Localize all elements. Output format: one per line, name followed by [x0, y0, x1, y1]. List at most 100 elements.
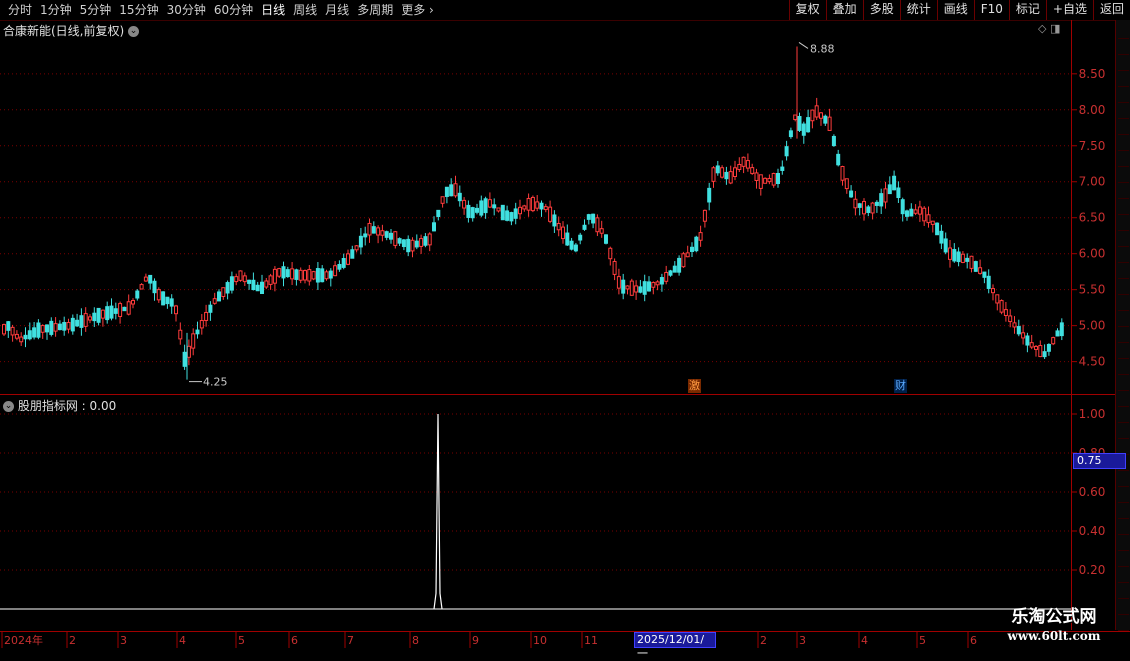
- date-tick-label: 5: [919, 634, 926, 647]
- candle-body: [225, 282, 230, 294]
- candle-body: [285, 269, 290, 278]
- candle-body: [324, 271, 329, 280]
- period-tab-2[interactable]: 5分钟: [76, 2, 116, 18]
- period-tab-4[interactable]: 30分钟: [163, 2, 210, 18]
- side-strip-cell[interactable]: [1118, 376, 1129, 391]
- side-strip-cell[interactable]: [1118, 152, 1129, 167]
- period-tab-7[interactable]: 周线: [289, 2, 321, 18]
- side-strip-cell[interactable]: [1118, 200, 1129, 215]
- candle-body: [879, 193, 884, 207]
- candle-body: [199, 320, 204, 329]
- candle-body: [543, 206, 548, 211]
- side-strip-cell[interactable]: [1118, 472, 1129, 487]
- candle-body: [905, 210, 909, 217]
- side-strip-cell[interactable]: [1118, 40, 1129, 55]
- candle-body: [131, 300, 135, 305]
- toolbar-button-6[interactable]: 标记: [1008, 0, 1046, 20]
- candle-body: [70, 317, 75, 332]
- candle-body: [453, 183, 458, 197]
- date-tick-label: 6: [970, 634, 977, 647]
- side-strip-cell[interactable]: [1118, 504, 1129, 519]
- candle-body: [935, 222, 940, 236]
- candle-body: [229, 276, 234, 291]
- period-tab-3[interactable]: 15分钟: [115, 2, 162, 18]
- period-tab-6[interactable]: 日线: [257, 2, 289, 18]
- period-tab-5[interactable]: 60分钟: [210, 2, 257, 18]
- period-tab-10[interactable]: 更多 ›: [397, 2, 438, 18]
- side-strip-cell[interactable]: [1118, 184, 1129, 199]
- side-strip-cell[interactable]: [1118, 568, 1129, 583]
- candle-body: [922, 207, 927, 222]
- candle-body: [853, 198, 858, 209]
- side-info-strip[interactable]: [1115, 20, 1130, 631]
- side-strip-cell[interactable]: [1118, 264, 1129, 279]
- period-tab-8[interactable]: 月线: [321, 2, 353, 18]
- side-strip-cell[interactable]: [1118, 88, 1129, 103]
- candle-body: [393, 231, 398, 246]
- period-tab-0[interactable]: 分时: [4, 2, 36, 18]
- side-strip-cell[interactable]: [1118, 312, 1129, 327]
- toolbar-button-5[interactable]: F10: [973, 0, 1009, 20]
- candle-body: [143, 276, 148, 282]
- side-strip-cell[interactable]: [1118, 584, 1129, 599]
- side-strip-cell[interactable]: [1118, 72, 1129, 87]
- side-strip-cell[interactable]: [1118, 216, 1129, 231]
- candle-body: [569, 240, 574, 250]
- candle-body: [685, 252, 690, 258]
- candle-body: [943, 238, 948, 253]
- side-strip-cell[interactable]: [1118, 104, 1129, 119]
- toolbar-button-4[interactable]: 画线: [936, 0, 974, 20]
- period-tab-9[interactable]: 多周期: [353, 2, 397, 18]
- chevron-down-icon[interactable]: ⌄: [3, 401, 14, 412]
- candle-body: [728, 171, 733, 184]
- side-strip-cell[interactable]: [1118, 392, 1129, 407]
- event-tag-ji[interactable]: 激: [688, 379, 701, 393]
- side-strip-cell[interactable]: [1118, 328, 1129, 343]
- panel-separator[interactable]: [0, 394, 1115, 395]
- side-strip-cell[interactable]: [1118, 552, 1129, 567]
- candle-body: [376, 227, 381, 236]
- candle-body: [586, 214, 591, 220]
- toolbar-button-3[interactable]: 统计: [899, 0, 937, 20]
- period-toolbar: 分时 1分钟 5分钟 15分钟 30分钟 60分钟 日线 周线 月线 多周期 更多 › 复权 叠加 多股…: [0, 0, 1130, 21]
- side-strip-cell[interactable]: [1118, 424, 1129, 439]
- candle-body: [100, 309, 105, 319]
- candle-body: [780, 166, 785, 171]
- side-strip-cell[interactable]: [1118, 296, 1129, 311]
- candle-body: [1034, 345, 1038, 350]
- candle-body: [608, 247, 613, 260]
- candle-body: [694, 236, 699, 252]
- candle-body: [844, 178, 849, 190]
- candle-body: [363, 233, 368, 238]
- side-strip-cell[interactable]: [1118, 248, 1129, 263]
- side-strip-cell[interactable]: [1118, 536, 1129, 551]
- candle-body: [14, 333, 19, 339]
- candle-body: [1003, 309, 1008, 317]
- side-strip-cell[interactable]: [1118, 520, 1129, 535]
- event-tag-cai[interactable]: 财: [894, 379, 907, 393]
- side-strip-cell[interactable]: [1118, 56, 1129, 71]
- candle-body: [991, 288, 995, 294]
- toolbar-button-2[interactable]: 多股: [862, 0, 900, 20]
- side-strip-cell[interactable]: [1118, 280, 1129, 295]
- side-strip-cell[interactable]: [1118, 136, 1129, 151]
- toolbar-button-7[interactable]: +自选: [1045, 0, 1093, 20]
- side-strip-cell[interactable]: [1118, 408, 1129, 423]
- candle-body: [1012, 322, 1017, 328]
- toolbar-button-1[interactable]: 叠加: [825, 0, 863, 20]
- candle-body: [1042, 351, 1047, 358]
- side-strip-cell[interactable]: [1118, 168, 1129, 183]
- side-strip-cell[interactable]: [1118, 344, 1129, 359]
- side-strip-cell[interactable]: [1118, 232, 1129, 247]
- side-strip-cell[interactable]: [1118, 488, 1129, 503]
- toolbar-button-8[interactable]: 返回: [1092, 0, 1130, 20]
- date-tick-label: 2: [760, 634, 767, 647]
- candle-body: [870, 202, 875, 214]
- period-tab-1[interactable]: 1分钟: [36, 2, 76, 18]
- side-strip-cell[interactable]: [1118, 120, 1129, 135]
- side-strip-cell[interactable]: [1118, 24, 1129, 39]
- side-strip-cell[interactable]: [1118, 360, 1129, 375]
- price-chart[interactable]: 8.88 4.25: [0, 20, 1071, 631]
- candle-body: [896, 187, 901, 199]
- toolbar-button-0[interactable]: 复权: [788, 0, 826, 20]
